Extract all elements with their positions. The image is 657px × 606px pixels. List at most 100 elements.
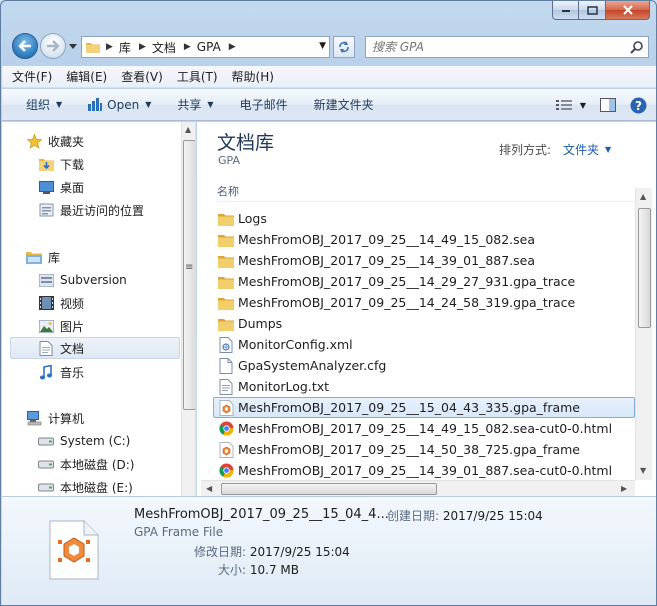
nav-drive-d[interactable]: 本地磁盘 (D:): [38, 453, 195, 475]
preview-pane-button[interactable]: [598, 95, 618, 115]
menu-view[interactable]: 查看(V): [121, 68, 163, 85]
file-row[interactable]: MonitorConfig.xml: [213, 334, 635, 355]
forward-button[interactable]: [40, 33, 66, 59]
view-controls: ▼ ?: [544, 95, 648, 115]
nav-scrollbar[interactable]: ▲ ≡: [181, 122, 195, 496]
file-row[interactable]: MeshFromOBJ_2017_09_25__14_39_01_887.sea…: [213, 460, 635, 481]
search-input[interactable]: [372, 40, 622, 54]
breadcrumb-documents[interactable]: 文档: [152, 39, 176, 56]
horizontal-scrollbar[interactable]: ◀ ▶: [201, 480, 635, 496]
nav-videos[interactable]: 视频: [38, 292, 195, 314]
nav-computer[interactable]: 计算机: [26, 407, 195, 429]
nav-drive-e[interactable]: 本地磁盘 (E:): [38, 476, 195, 496]
nav-pictures[interactable]: 图片: [38, 315, 195, 337]
menu-file[interactable]: 文件(F): [12, 68, 52, 85]
subversion-library-icon: [38, 272, 54, 288]
file-row[interactable]: Dumps: [213, 313, 635, 334]
column-name-label: 名称: [217, 185, 239, 198]
nav-recent-places[interactable]: 最近访问的位置: [38, 199, 195, 221]
open-button[interactable]: Open ▼: [88, 98, 151, 112]
scroll-right-icon[interactable]: ▶: [621, 484, 627, 493]
new-folder-button[interactable]: 新建文件夹: [314, 96, 374, 113]
search-box[interactable]: [365, 36, 649, 58]
nav-favorites[interactable]: 收藏夹: [26, 130, 195, 152]
selected-file-type: GPA Frame File: [134, 525, 224, 539]
chevron-down-icon: ▼: [605, 145, 612, 154]
gpa-frame-icon: [218, 399, 234, 416]
email-label: 电子邮件: [239, 98, 288, 112]
file-row[interactable]: MeshFromOBJ_2017_09_25__14_29_27_931.gpa…: [213, 271, 635, 292]
organize-button[interactable]: 组织 ▼: [26, 96, 62, 113]
scroll-up-icon[interactable]: ▲: [640, 192, 646, 201]
folder-icon: [218, 232, 234, 248]
maximize-button[interactable]: [579, 1, 606, 20]
address-dropdown[interactable]: ▼: [319, 41, 326, 51]
modified-value: 2017/9/25 15:04: [249, 545, 350, 559]
back-button[interactable]: [12, 33, 38, 59]
breadcrumb-separator[interactable]: ▶: [184, 42, 191, 52]
minimize-button[interactable]: [552, 1, 579, 20]
share-button[interactable]: 共享 ▼: [177, 96, 213, 113]
menu-tools[interactable]: 工具(T): [177, 68, 218, 85]
drive-icon: [38, 479, 54, 495]
menu-help[interactable]: 帮助(H): [232, 68, 274, 85]
menu-bar: 文件(F) 编辑(E) 查看(V) 工具(T) 帮助(H): [2, 66, 656, 88]
file-size: 大小: 10.7 MB: [218, 561, 299, 578]
scroll-up-icon[interactable]: ▲: [185, 125, 191, 134]
open-label: Open: [107, 97, 140, 112]
breadcrumb-separator[interactable]: ▶: [139, 42, 146, 52]
search-icon[interactable]: [630, 40, 644, 57]
change-view-button[interactable]: [554, 95, 574, 115]
nav-videos-label: 视频: [60, 296, 85, 311]
breadcrumb-libraries[interactable]: 库: [119, 39, 131, 56]
nav-documents-label: 文档: [60, 341, 85, 356]
navigation-row: ▶ 库 ▶ 文档 ▶ GPA ▶ ▼: [9, 31, 649, 61]
file-list: Logs MeshFromOBJ_2017_09_25__14_49_15_082…: [213, 208, 635, 481]
nav-drive-e-label: 本地磁盘 (E:): [60, 480, 133, 495]
breadcrumb-separator[interactable]: ▶: [229, 42, 236, 52]
nav-recent-label: 最近访问的位置: [60, 203, 145, 218]
nav-drive-c[interactable]: System (C:): [38, 430, 195, 452]
file-row[interactable]: MeshFromOBJ_2017_09_25__14_24_58_319.gpa…: [213, 292, 635, 313]
size-label: 大小:: [218, 563, 247, 577]
address-bar[interactable]: ▶ 库 ▶ 文档 ▶ GPA ▶ ▼: [81, 36, 330, 58]
nav-desktop[interactable]: 桌面: [38, 176, 195, 198]
close-button[interactable]: [606, 1, 650, 20]
recent-pages-button[interactable]: [67, 40, 79, 52]
created-label: 创建日期:: [387, 509, 440, 523]
scroll-down-icon[interactable]: ▼: [640, 466, 646, 475]
nav-downloads[interactable]: 下载: [38, 153, 195, 175]
nav-libraries[interactable]: 库: [26, 246, 195, 268]
nav-music-label: 音乐: [60, 365, 85, 380]
nav-documents[interactable]: 文档: [10, 337, 180, 359]
file-row[interactable]: MonitorLog.txt: [213, 376, 635, 397]
menu-edit[interactable]: 编辑(E): [66, 68, 107, 85]
file-row[interactable]: Logs: [213, 208, 635, 229]
file-row[interactable]: MeshFromOBJ_2017_09_25__14_39_01_887.sea: [213, 250, 635, 271]
breadcrumb-separator[interactable]: ▶: [106, 42, 113, 52]
file-row[interactable]: MeshFromOBJ_2017_09_25__15_04_43_335.gpa…: [213, 397, 635, 418]
file-row[interactable]: MeshFromOBJ_2017_09_25__14_49_15_082.sea…: [213, 418, 635, 439]
arrange-by-dropdown[interactable]: 文件夹 ▼: [563, 141, 611, 158]
created-value: 2017/9/25 15:04: [442, 509, 543, 523]
nav-pictures-label: 图片: [60, 319, 85, 334]
gpa-frame-large-icon: [27, 503, 121, 597]
horizontal-scroll-thumb[interactable]: [221, 483, 437, 495]
nav-subversion[interactable]: Subversion: [38, 269, 195, 291]
scroll-left-icon[interactable]: ◀: [206, 484, 212, 493]
column-header-name[interactable]: 名称: [217, 180, 635, 202]
refresh-button[interactable]: [333, 36, 355, 58]
file-row[interactable]: GpaSystemAnalyzer.cfg: [213, 355, 635, 376]
nav-scroll-thumb[interactable]: [183, 140, 195, 410]
file-row[interactable]: MeshFromOBJ_2017_09_25__14_49_15_082.sea: [213, 229, 635, 250]
vertical-scrollbar[interactable]: ▲ ▼: [635, 188, 652, 480]
email-button[interactable]: 电子邮件: [240, 96, 288, 113]
nav-desktop-label: 桌面: [60, 180, 85, 195]
nav-music[interactable]: 音乐: [38, 361, 195, 383]
vertical-scroll-thumb[interactable]: [638, 208, 651, 328]
navigation-pane: 收藏夹 下载 桌面 最近访问的位置 库 Subversion 视频 图片 文档 …: [2, 122, 196, 496]
help-button[interactable]: ?: [628, 95, 648, 115]
breadcrumb-gpa[interactable]: GPA: [197, 40, 221, 54]
view-options-dropdown[interactable]: ▼: [578, 95, 588, 115]
file-row[interactable]: MeshFromOBJ_2017_09_25__14_50_38_725.gpa…: [213, 439, 635, 460]
